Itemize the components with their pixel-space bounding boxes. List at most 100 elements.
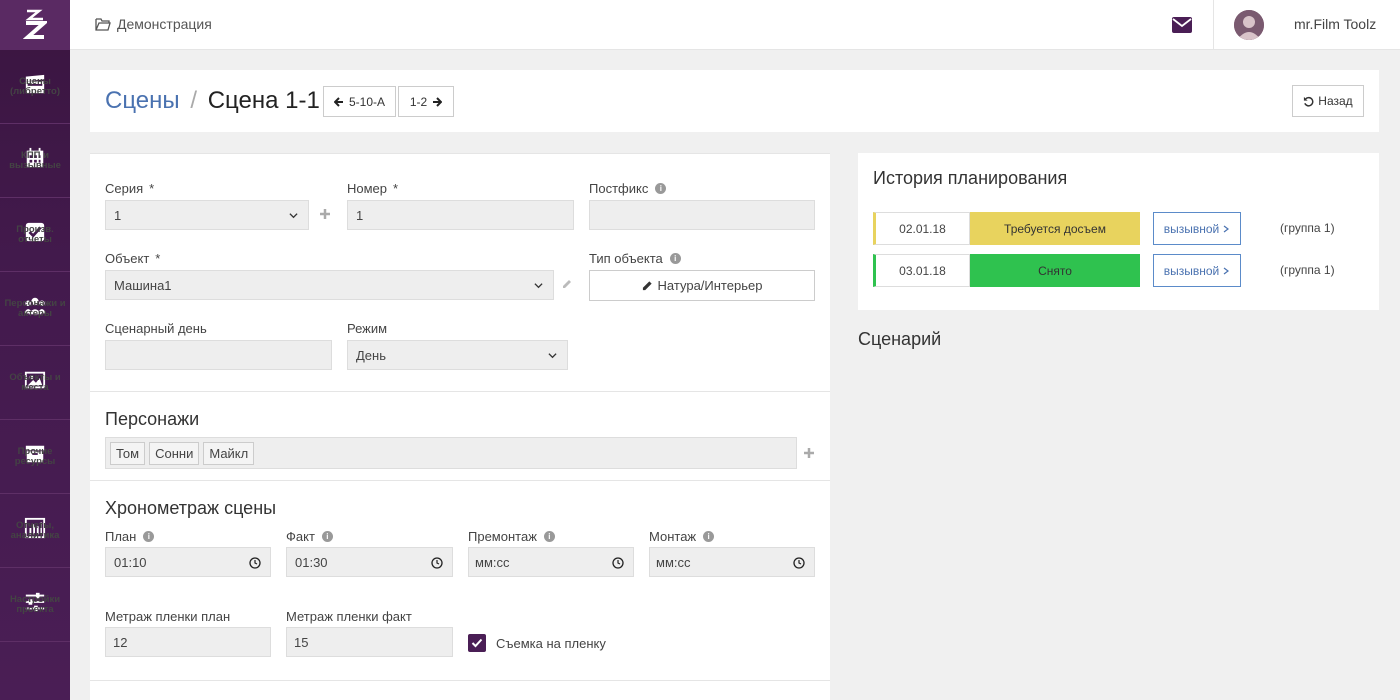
montage-label-text: Монтаж (649, 529, 697, 544)
number-input[interactable]: 1 (347, 200, 574, 230)
series-select[interactable]: 1 (105, 200, 309, 230)
clock-icon (612, 557, 624, 569)
plan-value: 01:10 (114, 554, 147, 570)
sidebar-item-label: Объекты и места (9, 371, 61, 393)
info-icon[interactable]: i (655, 183, 667, 194)
avatar[interactable] (1234, 10, 1264, 40)
character-tag[interactable]: Майкл (203, 441, 255, 465)
number-label: Номер * (347, 181, 398, 196)
film-shoot-checkbox[interactable] (468, 634, 486, 652)
history-row: 03.01.18 Снято (873, 254, 1140, 287)
pencil-icon (642, 281, 652, 291)
divider (90, 391, 830, 392)
logo-icon (23, 9, 47, 39)
film-fact-input[interactable]: 15 (286, 627, 453, 657)
sidebar-item-resources[interactable]: Прочие ресурсы (0, 420, 70, 494)
film-plan-value: 12 (113, 634, 128, 650)
film-fact-label: Метраж пленки факт (286, 609, 412, 624)
object-type-value: Натура/Интерьер (657, 278, 763, 293)
back-button-label: Назад (1318, 94, 1353, 108)
sidebar-item-characters[interactable]: Персонажи и актеры (0, 272, 70, 346)
series-value: 1 (114, 207, 122, 223)
info-icon[interactable]: i (703, 531, 715, 542)
history-row: 02.01.18 Требуется досъем (873, 212, 1140, 245)
scene-form: Серия * 1 Номер * 1 Постфикс i Объект * Маши… (90, 153, 830, 700)
prev-scene-button[interactable]: 5-10-А (323, 86, 396, 117)
arrow-right-icon (433, 96, 443, 107)
call-sheet-link[interactable]: вызывной (1153, 254, 1241, 287)
checkmark-icon (471, 638, 483, 648)
object-label: Объект * (105, 251, 160, 266)
sidebar-item-settings[interactable]: Настройки проекта (0, 568, 70, 642)
history-date: 02.01.18 (873, 212, 970, 245)
object-type-label: Тип объекта i (589, 251, 681, 266)
film-plan-label-text: Метраж пленки план (105, 609, 231, 624)
script-day-label: Сценарный день (105, 321, 207, 336)
plan-label: План i (105, 529, 155, 544)
script-day-input[interactable] (105, 340, 332, 370)
montage-value: мм:сс (656, 554, 691, 570)
username[interactable]: mr.Film Toolz (1294, 16, 1376, 32)
film-shoot-label[interactable]: Съемка на пленку (496, 636, 606, 651)
sidebar-item-label: Персонажи и актеры (4, 297, 66, 319)
fact-value: 01:30 (295, 554, 328, 570)
sidebar-item-label: Отчеты, аналитика (10, 519, 60, 541)
fact-time-input[interactable]: 01:30 (286, 547, 453, 577)
next-scene-button[interactable]: 1-2 (398, 86, 454, 117)
postfix-label: Постфикс i (589, 181, 667, 196)
sidebar-item-scenes[interactable]: Сцены (либретто) (0, 50, 70, 124)
characters-tag-input[interactable]: Том Сонни Майкл (105, 437, 797, 469)
pencil-icon[interactable] (561, 278, 573, 290)
number-value: 1 (356, 207, 364, 223)
object-type-label-text: Тип объекта (589, 251, 663, 266)
add-character-icon[interactable] (803, 447, 815, 459)
info-icon[interactable]: i (669, 253, 681, 264)
history-status: Требуется досъем (970, 212, 1140, 245)
back-button[interactable]: Назад (1292, 85, 1364, 117)
premontage-value: мм:сс (475, 554, 510, 570)
sidebar-item-label: Прочие ресурсы (14, 445, 56, 467)
sidebar-item-calls[interactable]: КПП и вызывные (0, 124, 70, 198)
call-sheet-link-label: вызывной (1163, 263, 1220, 278)
history-title: История планирования (873, 168, 1068, 188)
call-sheet-link[interactable]: вызывной (1153, 212, 1241, 245)
postfix-input[interactable] (589, 200, 815, 230)
page-header: Сцены / Сцена 1-1 5-10-А 1-2 Назад (90, 70, 1379, 132)
mode-select[interactable]: День (347, 340, 568, 370)
montage-time-input[interactable]: мм:сс (649, 547, 815, 577)
info-icon[interactable]: i (143, 531, 155, 542)
character-tag[interactable]: Сонни (149, 441, 200, 465)
topbar-divider (1213, 0, 1214, 50)
object-type-button[interactable]: Натура/Интерьер (589, 270, 815, 301)
series-label-text: Серия (105, 181, 144, 196)
breadcrumb[interactable]: Демонстрация (95, 16, 212, 32)
add-series-icon[interactable] (319, 208, 331, 220)
arrow-left-icon (333, 96, 343, 107)
object-select[interactable]: Машина1 (105, 270, 554, 300)
app-logo[interactable] (0, 0, 70, 50)
title-current-scene: Сцена 1-1 (207, 87, 320, 114)
info-icon[interactable]: i (543, 531, 555, 542)
film-plan-label: Метраж пленки план (105, 609, 230, 624)
sidebar-item-analytics[interactable]: Отчеты, аналитика (0, 494, 70, 568)
info-icon[interactable]: i (321, 531, 333, 542)
divider (90, 480, 830, 481)
sidebar-item-objects[interactable]: Объекты и места (0, 346, 70, 420)
montage-label: Монтаж i (649, 529, 715, 544)
character-tag[interactable]: Том (110, 441, 146, 465)
folder-open-icon (95, 18, 111, 31)
title-separator: / (190, 87, 198, 114)
sidebar-item-reports[interactable]: Произв. отчеты (0, 198, 70, 272)
mail-icon[interactable] (1172, 17, 1192, 33)
page-title: Сцены / Сцена 1-1 (105, 87, 320, 115)
chevron-right-icon (1223, 225, 1230, 232)
prev-scene-label: 5-10-А (348, 94, 386, 109)
chevron-right-icon (1223, 267, 1230, 274)
user-avatar-icon (1234, 10, 1264, 40)
film-plan-input[interactable]: 12 (105, 627, 271, 657)
history-group: (группа 1) (1280, 263, 1335, 277)
premontage-time-input[interactable]: мм:сс (468, 547, 634, 577)
plan-time-input[interactable]: 01:10 (105, 547, 271, 577)
title-link-scenes[interactable]: Сцены (105, 87, 180, 114)
object-value: Машина1 (114, 277, 172, 293)
